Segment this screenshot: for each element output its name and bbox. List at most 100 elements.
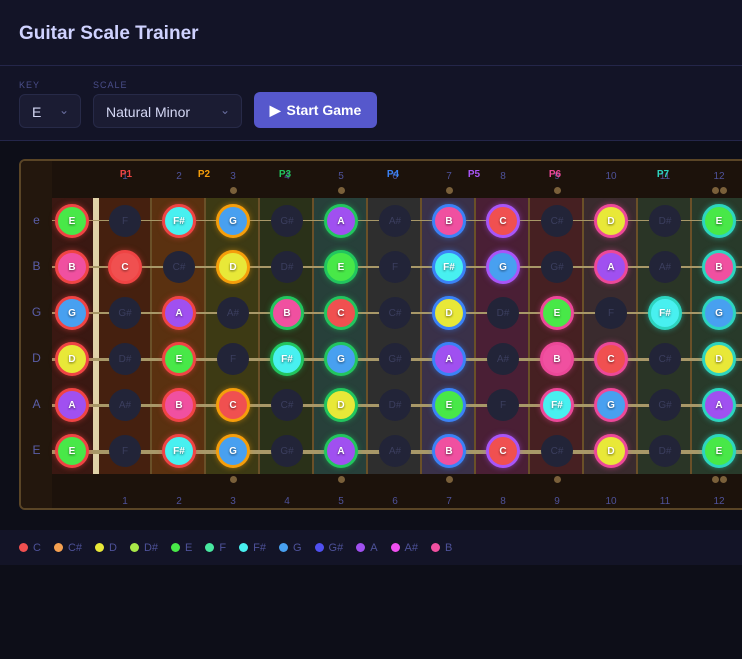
fret-note[interactable]: D# (649, 205, 681, 237)
fret-note[interactable]: D# (271, 251, 303, 283)
fret-note[interactable]: F (379, 251, 411, 283)
scale-select[interactable]: Natural Minor ⌄ (93, 94, 242, 128)
fret-note[interactable]: D# (379, 389, 411, 421)
scale-note[interactable]: D (702, 342, 736, 376)
scale-note[interactable]: D (324, 388, 358, 422)
fret-note[interactable]: F (487, 389, 519, 421)
position-label[interactable]: P6 (540, 169, 570, 180)
scale-note[interactable]: G (55, 296, 89, 330)
scale-note[interactable]: E (702, 434, 736, 468)
fret-note[interactable]: F (109, 205, 141, 237)
fret-note[interactable]: G# (649, 389, 681, 421)
scale-note[interactable]: D (432, 296, 466, 330)
position-label[interactable]: P5 (459, 169, 489, 180)
scale-note[interactable]: B (270, 296, 304, 330)
scale-note[interactable]: G (702, 296, 736, 330)
scale-note[interactable]: A (702, 388, 736, 422)
fret-note[interactable]: D# (487, 297, 519, 329)
scale-note[interactable]: B (702, 250, 736, 284)
scale-note[interactable]: A (324, 434, 358, 468)
scale-note[interactable]: B (432, 434, 466, 468)
fret-note[interactable]: G# (271, 205, 303, 237)
scale-note[interactable]: C (216, 388, 250, 422)
fret-number-bottom: 5 (338, 496, 344, 507)
position-label[interactable]: P4 (378, 169, 408, 180)
scale-note[interactable]: E (702, 204, 736, 238)
scale-note[interactable]: F# (162, 204, 196, 238)
fret-note[interactable]: D# (109, 343, 141, 375)
scale-note[interactable]: C (324, 296, 358, 330)
scale-note[interactable]: C (108, 250, 142, 284)
string-label: e (33, 213, 40, 227)
legend-note: B (445, 541, 453, 554)
key-select[interactable]: E ⌄ (19, 94, 81, 128)
scale-note[interactable]: F# (648, 296, 682, 330)
scale-note[interactable]: F# (162, 434, 196, 468)
start-game-button[interactable]: ▶ Start Game (254, 92, 377, 128)
legend-item: A (356, 542, 378, 554)
fret-note[interactable]: A# (379, 435, 411, 467)
legend-item: C (19, 542, 41, 554)
fret-note[interactable]: A# (109, 389, 141, 421)
scale-note[interactable]: A (594, 250, 628, 284)
position-label[interactable]: P3 (270, 169, 300, 180)
fret-note[interactable]: C# (163, 251, 195, 283)
scale-note[interactable]: C (486, 434, 520, 468)
scale-note[interactable]: G (486, 250, 520, 284)
fret-note[interactable]: G# (541, 251, 573, 283)
scale-note[interactable]: A (432, 342, 466, 376)
scale-note[interactable]: E (324, 250, 358, 284)
scale-note[interactable]: D (594, 434, 628, 468)
scale-note[interactable]: F# (432, 250, 466, 284)
scale-note[interactable]: G (216, 204, 250, 238)
scale-note[interactable]: B (162, 388, 196, 422)
fret-note[interactable]: A# (487, 343, 519, 375)
inlay-dot-icon (230, 476, 237, 483)
inlay-dot-icon (446, 476, 453, 483)
scale-note[interactable]: G (216, 434, 250, 468)
scale-note[interactable]: E (162, 342, 196, 376)
inlay-dot-icon (712, 187, 719, 194)
scale-note[interactable]: D (216, 250, 250, 284)
scale-note[interactable]: B (55, 250, 89, 284)
scale-note[interactable]: C (486, 204, 520, 238)
fret-note[interactable]: D# (649, 435, 681, 467)
fret-note[interactable]: A# (649, 251, 681, 283)
scale-note[interactable]: A (162, 296, 196, 330)
fret-note[interactable]: G# (379, 343, 411, 375)
scale-note[interactable]: D (594, 204, 628, 238)
scale-note[interactable]: B (432, 204, 466, 238)
fret-column (368, 198, 422, 474)
scale-note[interactable]: E (55, 204, 89, 238)
position-label[interactable]: P1 (111, 169, 141, 180)
scale-note[interactable]: G (594, 388, 628, 422)
scale-note[interactable]: F# (270, 342, 304, 376)
fret-note[interactable]: A# (379, 205, 411, 237)
scale-note[interactable]: E (540, 296, 574, 330)
scale-note[interactable]: G (324, 342, 358, 376)
controls-bar: KEY E ⌄ SCALE Natural Minor ⌄ ▶ Start Ga… (0, 66, 742, 141)
scale-note[interactable]: E (55, 434, 89, 468)
color-dot-icon (431, 543, 441, 552)
fret-note[interactable]: F (217, 343, 249, 375)
scale-note[interactable]: B (540, 342, 574, 376)
fret-note[interactable]: A# (217, 297, 249, 329)
scale-note[interactable]: D (55, 342, 89, 376)
fret-note[interactable]: C# (649, 343, 681, 375)
position-label[interactable]: P2 (189, 169, 219, 180)
fret-note[interactable]: C# (541, 435, 573, 467)
scale-note[interactable]: E (432, 388, 466, 422)
fret-note[interactable]: C# (541, 205, 573, 237)
scale-note[interactable]: A (55, 388, 89, 422)
fret-note[interactable]: G# (109, 297, 141, 329)
fret-note[interactable]: F (595, 297, 627, 329)
scale-note[interactable]: F# (540, 388, 574, 422)
note-color-legend: C C# D D# E F F# G G# A A# B (0, 530, 742, 565)
scale-note[interactable]: A (324, 204, 358, 238)
fret-note[interactable]: C# (379, 297, 411, 329)
position-label[interactable]: P7 (648, 169, 678, 180)
fret-note[interactable]: G# (271, 435, 303, 467)
fret-note[interactable]: F (109, 435, 141, 467)
fret-note[interactable]: C# (271, 389, 303, 421)
scale-note[interactable]: C (594, 342, 628, 376)
